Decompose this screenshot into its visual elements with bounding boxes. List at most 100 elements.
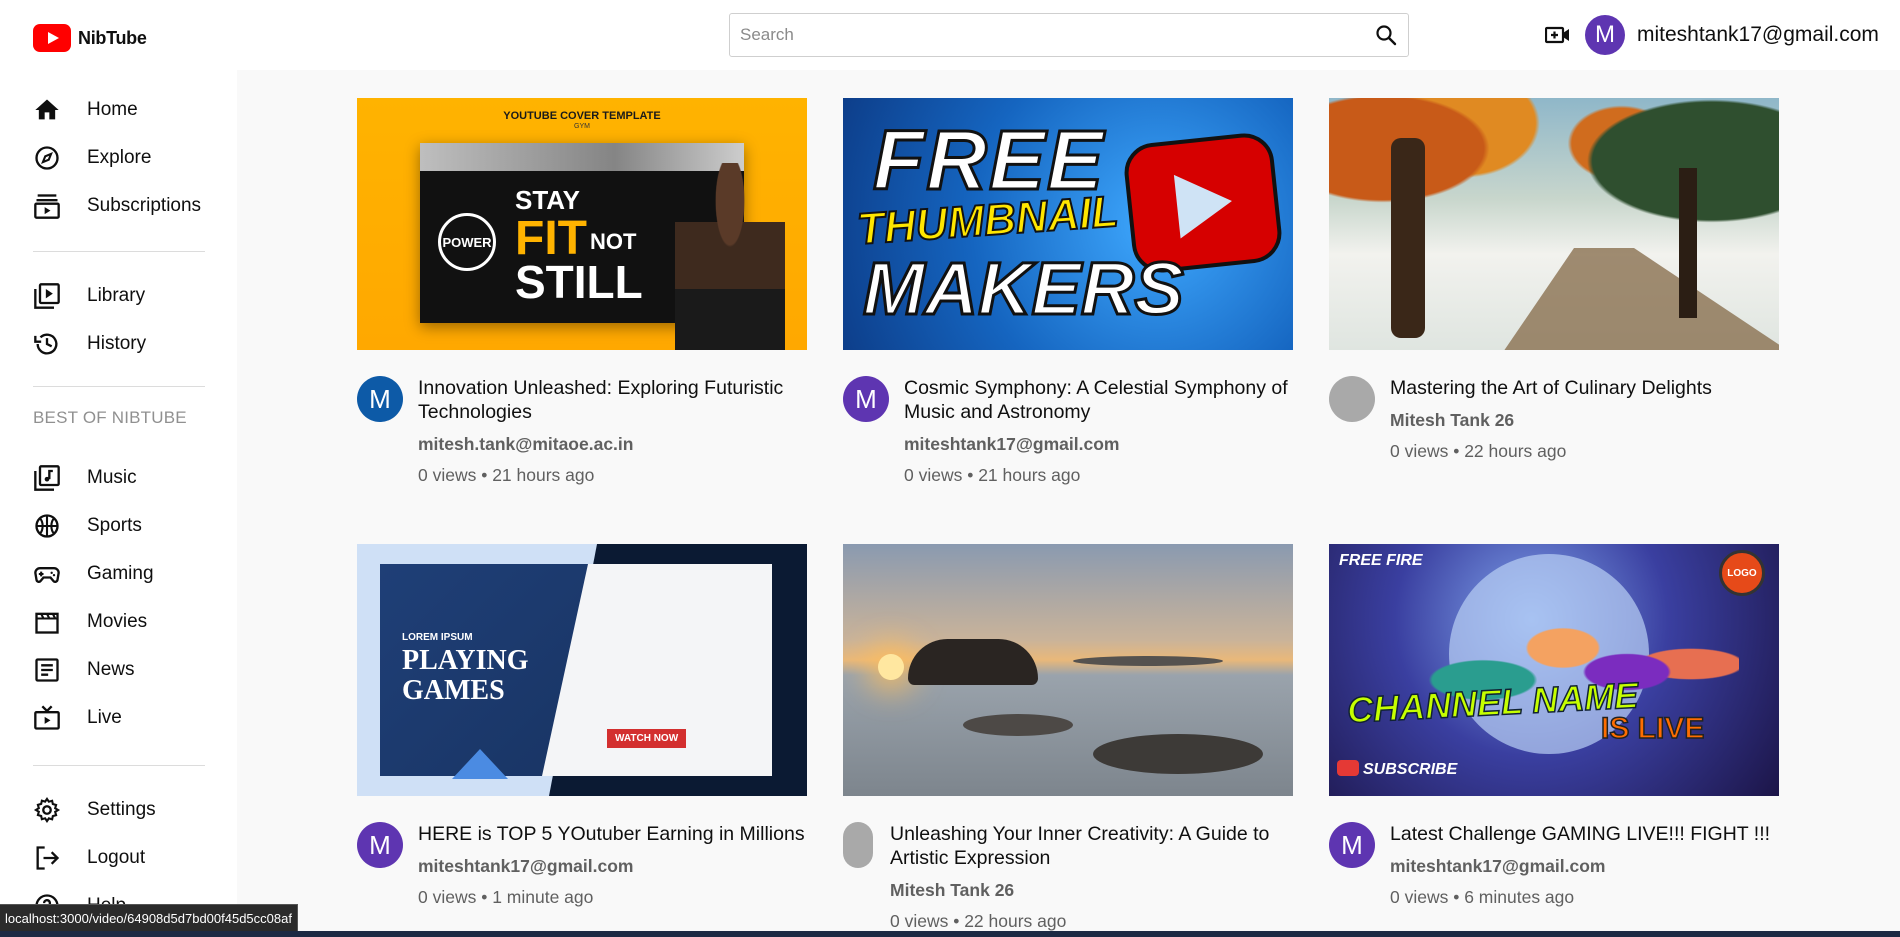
upload-video-button[interactable] [1543,20,1573,50]
sidebar-item-news[interactable]: News [0,646,237,694]
primary-nav: Home Explore Subscriptions [0,86,237,230]
link-status-bar: localhost:3000/video/64908d5d7bd00f45d5c… [0,904,298,932]
athlete-figure [675,163,785,350]
video-thumbnail[interactable]: LOREM IPSUM PLAYING GAMES WATCH NOW [357,544,807,796]
video-title[interactable]: Cosmic Symphony: A Celestial Symphony of… [904,376,1293,424]
video-card[interactable]: FREE THUMBNAIL MAKERS M Cosmic Symphony:… [843,98,1293,486]
search-icon [1376,25,1397,46]
subscribe-icon [1337,760,1359,776]
sidebar: NibTube Home Explore Subscriptions Libra… [0,0,237,937]
thumbnail-subscribe: SUBSCRIBE [1337,760,1457,779]
channel-name[interactable]: mitesh.tank@mitaoe.ac.in [418,434,807,455]
sidebar-item-logout[interactable]: Logout [0,834,237,882]
sidebar-item-music[interactable]: Music [0,454,237,502]
thumbnail-text: NOT [590,229,637,254]
sidebar-item-label: Settings [87,799,156,820]
thumbnail-text: PLAYING GAMES [402,646,529,706]
video-title[interactable]: Unleashing Your Inner Creativity: A Guid… [890,822,1293,870]
sidebar-item-label: Subscriptions [87,195,202,216]
video-stats: 0 views • 22 hours ago [1390,441,1567,461]
sidebar-item-label: Music [87,467,137,488]
channel-name[interactable]: Mitesh Tank 26 [890,880,1293,901]
sidebar-item-label: Logout [87,847,146,868]
video-meta: M Latest Challenge GAMING LIVE!!! FIGHT … [1329,822,1779,908]
thumbnail-text: SUBSCRIBE [1363,761,1458,778]
channel-name[interactable]: miteshtank17@gmail.com [418,856,807,877]
sidebar-item-label: Home [87,99,138,120]
video-stats: 0 views • 6 minutes ago [1390,887,1575,907]
video-thumbnail[interactable] [843,544,1293,796]
sidebar-item-settings[interactable]: Settings [0,786,237,834]
sidebar-item-history[interactable]: History [0,320,237,368]
channel-name[interactable]: miteshtank17@gmail.com [904,434,1293,455]
tree-trunk [1391,138,1425,338]
video-card[interactable]: LOREM IPSUM PLAYING GAMES WATCH NOW M HER… [357,544,807,908]
video-info: Innovation Unleashed: Exploring Futurist… [418,376,807,486]
thumbnail-text: STILL [515,256,643,308]
sidebar-item-label: Movies [87,611,148,632]
sidebar-item-movies[interactable]: Movies [0,598,237,646]
video-info: Latest Challenge GAMING LIVE!!! FIGHT !!… [1390,822,1779,908]
video-title[interactable]: HERE is TOP 5 YOutuber Earning in Millio… [418,822,807,846]
video-meta: Unleashing Your Inner Creativity: A Guid… [843,822,1293,932]
sports-icon [35,514,59,538]
video-card[interactable]: Mastering the Art of Culinary Delights M… [1329,98,1779,462]
video-title[interactable]: Mastering the Art of Culinary Delights [1390,376,1779,400]
sidebar-item-label: News [87,659,135,680]
thumbnail-text-line: GAMES [402,675,505,706]
video-thumbnail[interactable]: YOUTUBE COVER TEMPLATE GYM POWER STAY FI… [357,98,807,350]
video-card[interactable]: FREE FIRE LOGO CHANNEL NAME IS LIVE SUBS… [1329,544,1779,908]
channel-name[interactable]: Mitesh Tank 26 [1390,410,1779,431]
video-title[interactable]: Innovation Unleashed: Exploring Futurist… [418,376,807,424]
channel-avatar[interactable]: M [357,376,403,422]
video-card[interactable]: YOUTUBE COVER TEMPLATE GYM POWER STAY FI… [357,98,807,486]
sidebar-item-explore[interactable]: Explore [0,134,237,182]
settings-icon [33,797,61,823]
video-stats: 0 views • 22 hours ago [890,911,1067,931]
search-button[interactable] [1364,14,1408,56]
sidebar-item-library[interactable]: Library [0,272,237,320]
channel-avatar[interactable]: M [1329,822,1375,868]
video-card[interactable]: Unleashing Your Inner Creativity: A Guid… [843,544,1293,932]
sidebar-item-sports[interactable]: Sports [0,502,237,550]
news-icon [35,658,59,682]
rock [1093,734,1263,774]
sidebar-divider [33,251,205,252]
app-logo[interactable]: NibTube [33,24,147,52]
sidebar-item-label: Explore [87,147,152,168]
channel-avatar[interactable] [1329,376,1375,422]
thumbnail-text-line: PLAYING [402,645,529,676]
sidebar-item-live[interactable]: Live [0,694,237,742]
sidebar-item-label: Sports [87,515,142,536]
search-input[interactable] [730,14,1364,56]
app-name: NibTube [78,27,147,48]
rock [963,714,1073,736]
video-thumbnail[interactable]: FREE THUMBNAIL MAKERS [843,98,1293,350]
video-meta: M Cosmic Symphony: A Celestial Symphony … [843,376,1293,486]
history-icon [34,333,58,355]
channel-avatar[interactable]: M [357,822,403,868]
user-email: miteshtank17@gmail.com [1637,23,1879,46]
video-thumbnail[interactable]: FREE FIRE LOGO CHANNEL NAME IS LIVE SUBS… [1329,544,1779,796]
distant-island [1073,656,1223,666]
tree-trunk [1679,168,1697,318]
channel-name[interactable]: miteshtank17@gmail.com [1390,856,1779,877]
sidebar-item-subscriptions[interactable]: Subscriptions [0,182,237,230]
island [908,639,1038,685]
sidebar-item-home[interactable]: Home [0,86,237,134]
top-bar: M miteshtank17@gmail.com [237,0,1900,70]
sidebar-item-gaming[interactable]: Gaming [0,550,237,598]
video-stats: 0 views • 21 hours ago [418,465,595,485]
play-logo-icon [33,24,71,52]
thumbnail-text: LOREM IPSUM [402,632,473,643]
video-stats: 0 views • 21 hours ago [904,465,1081,485]
user-menu[interactable]: M miteshtank17@gmail.com [1585,15,1879,55]
video-title[interactable]: Latest Challenge GAMING LIVE!!! FIGHT !!… [1390,822,1779,846]
video-info: HERE is TOP 5 YOutuber Earning in Millio… [418,822,807,908]
channel-avatar[interactable] [843,822,873,868]
channel-avatar[interactable]: M [843,376,889,422]
video-thumbnail[interactable] [1329,98,1779,350]
gym-seal: POWER [438,213,496,271]
thumbnail-triangle [452,749,508,779]
thumbnail-logo: LOGO [1719,550,1765,596]
